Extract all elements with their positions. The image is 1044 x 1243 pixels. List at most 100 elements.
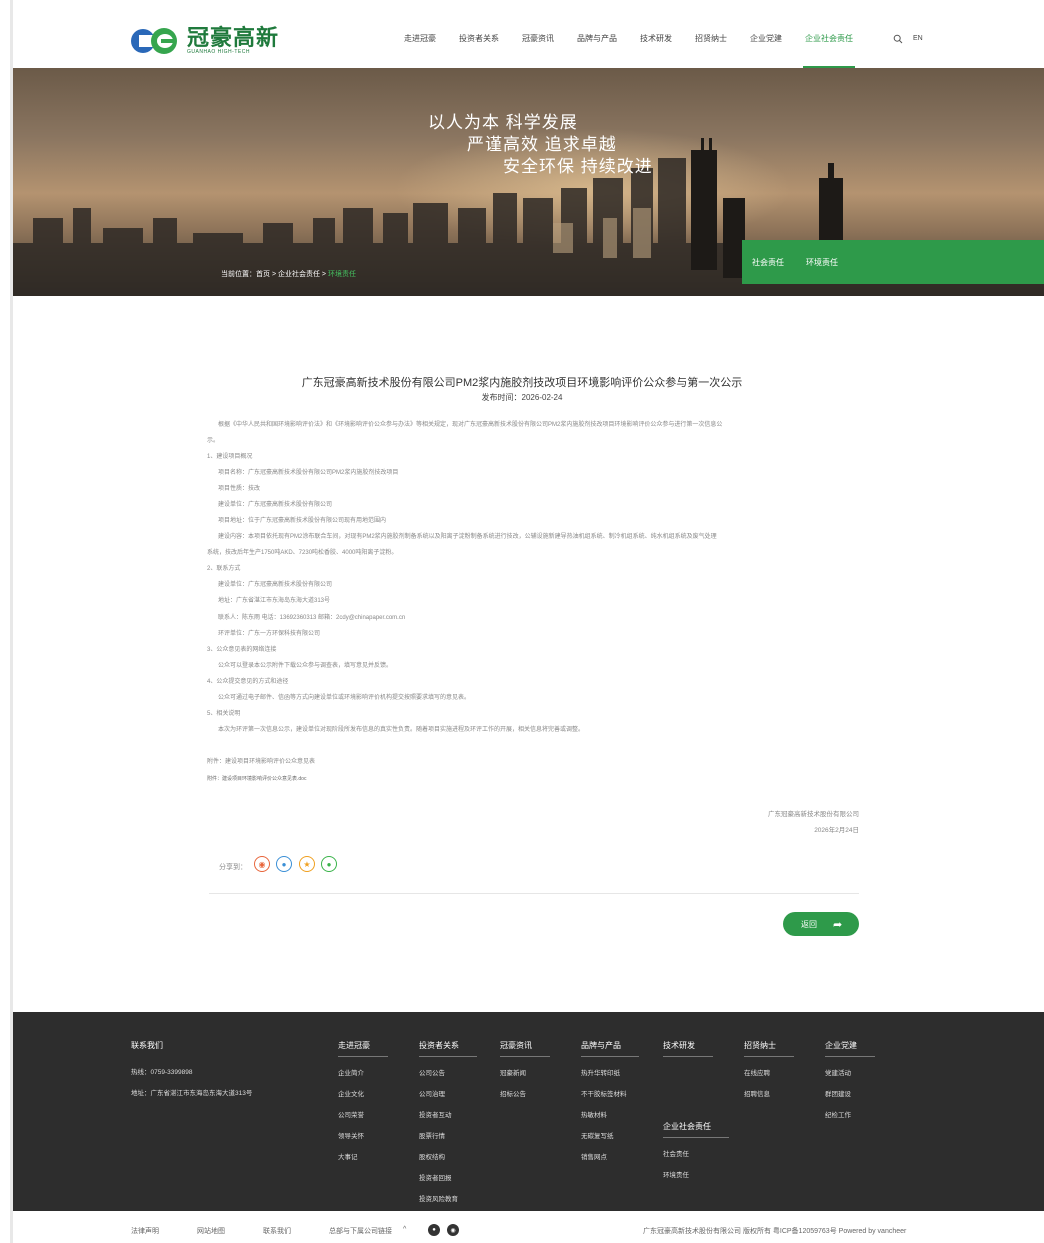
footer-col-investors: 投资者关系 公司公告 公司治理 投资者互动 股票行情 股权结构 投资者回报 投资… [419,1035,477,1214]
nav-item-news[interactable]: 冠豪资讯 [522,33,554,44]
signature-date: 2026年2月24日 [814,827,859,834]
nav-item-investors[interactable]: 投资者关系 [459,33,499,44]
footer-link[interactable]: 公司治理 [419,1088,477,1098]
footer-link[interactable]: 冠豪新闻 [500,1067,550,1077]
sub-nav: 社会责任 环境责任 [742,240,1044,284]
footer-hotline: 热线：0759-3399898 [131,1069,193,1076]
footer-link[interactable]: 公司公告 [419,1067,477,1077]
article-paragraph: 项目名称：广东冠豪高新技术股份有限公司PM2浆内施胶剂技改项目 [218,470,399,476]
footer-link[interactable]: 热升华转印纸 [581,1067,639,1077]
article-paragraph: 示。 [207,438,220,444]
attachment-label: 附件：建设项目环境影响评价公众意见表 [207,759,316,765]
footer-link[interactable]: 招聘信息 [744,1088,794,1098]
nav-item-rnd[interactable]: 技术研发 [640,33,672,44]
footer-col-rnd: 技术研发 [663,1035,713,1067]
nav-item-products[interactable]: 品牌与产品 [577,33,617,44]
footer-link[interactable]: 社会责任 [663,1148,729,1158]
footer-link[interactable]: 股票行情 [419,1130,477,1140]
article-paragraph: 环评单位：广东一方环保科技有限公司 [218,631,321,637]
footer-col-products: 品牌与产品 热升华转印纸 不干胶标签材料 热敏材料 无碳复写纸 销售网点 [581,1035,639,1172]
footer-link[interactable]: 投资者互动 [419,1109,477,1119]
article-date: 发布时间：2026-02-24 [481,393,563,402]
weibo-icon[interactable]: ◉ [447,1224,459,1236]
article-title: 广东冠豪高新技术股份有限公司PM2浆内施胶剂技改项目环境影响评价公众参与第一次公… [301,377,743,389]
footer-link[interactable]: 招标公告 [500,1088,550,1098]
footer-col-news: 冠豪资讯 冠豪新闻 招标公告 [500,1035,550,1109]
footer-link[interactable]: 大事记 [338,1151,388,1161]
weibo-icon[interactable]: ◉ [254,856,270,872]
attachment-link[interactable]: 附件：建设项目环境影响评价公众意见表.doc [207,775,306,782]
footer-col-csr: 企业社会责任 社会责任 环境责任 [663,1116,729,1190]
article-paragraph: 建设单位：广东冠豪高新技术股份有限公司 [218,502,333,508]
footer-link[interactable]: 党建活动 [825,1067,875,1077]
wechat-icon[interactable]: ● [321,856,337,872]
nav-item-csr[interactable]: 企业社会责任 [803,33,855,68]
footer-link[interactable]: 销售网点 [581,1151,639,1161]
footer-link[interactable]: 公司荣誉 [338,1109,388,1119]
bottom-link-legal[interactable]: 法律声明 [131,1226,159,1236]
footer-col-title[interactable]: 招贤纳士 [744,1040,794,1057]
footer-link[interactable]: 群团建设 [825,1088,875,1098]
qzone-icon[interactable]: ★ [299,856,315,872]
nav-item-party[interactable]: 企业党建 [750,33,782,44]
footer-link[interactable]: 企业文化 [338,1088,388,1098]
footer-contact-title: 联系我们 [131,1041,163,1050]
footer-link[interactable]: 股权结构 [419,1151,477,1161]
article-section-heading: 1、建设项目概况 [207,454,253,460]
footer-link[interactable]: 不干胶标签材料 [581,1088,639,1098]
share-label: 分享到： [219,864,247,871]
article-paragraph: 本次为环评第一次信息公示，建设单位对现阶段所发布信息的真实性负责。随着项目实施进… [218,727,585,733]
footer-col-title[interactable]: 走进冠豪 [338,1040,388,1057]
footer-link[interactable]: 无碳复写纸 [581,1130,639,1140]
footer-col-careers: 招贤纳士 在线应聘 招聘信息 [744,1035,794,1109]
footer-col-title[interactable]: 冠豪资讯 [500,1040,550,1057]
breadcrumb-current: 环境责任 [327,271,356,278]
tab-social-responsibility[interactable]: 社会责任 [752,257,784,268]
footer-link[interactable]: 在线应聘 [744,1067,794,1077]
qq-icon[interactable]: ● [276,856,292,872]
bottom-link-contact[interactable]: 联系我们 [263,1226,291,1236]
article-paragraph: 公众可以登录本公示附件下载公众参与调查表，填写意见并反馈。 [218,663,393,669]
site-logo[interactable]: 冠豪高新 GUANHAO HIGH-TECH [131,27,279,55]
footer-link[interactable]: 领导关怀 [338,1130,388,1140]
footer-link[interactable]: 企业简介 [338,1067,388,1077]
back-button-label: 返回 [801,919,817,929]
nav-item-careers[interactable]: 招贤纳士 [695,33,727,44]
footer-col-title[interactable]: 企业党建 [825,1040,875,1057]
logo-cn-text: 冠豪高新 [187,24,280,51]
slogan-line-3: 安全环保 持续改进 [503,157,653,176]
wechat-icon[interactable]: ● [428,1224,440,1236]
breadcrumb-path[interactable]: 当前位置：首页 > 企业社会责任 > [221,271,328,278]
footer-contact: 联系我们 热线：0759-3399898 地址：广东省湛江市东海岛东海大道313… [131,1035,252,1108]
site-footer: 联系我们 热线：0759-3399898 地址：广东省湛江市东海岛东海大道313… [13,1012,1044,1211]
bottom-link-subsidiaries[interactable]: 总部与下属公司链接 [329,1226,392,1236]
breadcrumb: 当前位置：首页 > 企业社会责任 > 环境责任 [221,269,356,279]
footer-link[interactable]: 环境责任 [663,1169,729,1179]
footer-link[interactable]: 纪检工作 [825,1109,875,1119]
chevron-up-icon[interactable]: ^ [403,1226,406,1233]
back-button[interactable]: 返回 ➦ [783,912,859,936]
footer-col-title[interactable]: 品牌与产品 [581,1040,639,1057]
copyright-text: 广东冠豪高新技术股份有限公司 版权所有 粤ICP备12059763号 Power… [643,1228,907,1235]
article-paragraph: 项目性质：技改 [218,486,261,492]
article-section-heading: 2、联系方式 [207,566,241,572]
footer-link[interactable]: 投资者回报 [419,1172,477,1182]
footer-col-party: 企业党建 党建活动 群团建设 纪检工作 [825,1035,875,1130]
hero-banner: 以人为本 科学发展 严谨高效 追求卓越 安全环保 持续改进 当前位置：首页 > … [13,68,1044,296]
footer-col-title[interactable]: 技术研发 [663,1040,713,1057]
signature-company: 广东冠豪高新技术股份有限公司 [768,811,859,818]
article-paragraph: 建设单位：广东冠豪高新技术股份有限公司 [218,582,333,588]
bottom-link-sitemap[interactable]: 网站地图 [197,1226,225,1236]
nav-item-about[interactable]: 走进冠豪 [404,33,436,44]
footer-col-title[interactable]: 投资者关系 [419,1040,477,1057]
footer-link[interactable]: 热敏材料 [581,1109,639,1119]
article-paragraph: 建设内容：本项目依托现有PM2涂布联合车间，对现有PM2浆内施胶剂制备系统以及阳… [218,534,717,540]
language-switch[interactable]: EN [913,35,923,42]
footer-link[interactable]: 投资风险教育 [419,1193,477,1203]
tab-environmental-responsibility[interactable]: 环境责任 [806,257,838,268]
search-icon[interactable] [893,34,903,44]
footer-col-title[interactable]: 企业社会责任 [663,1121,729,1138]
article-divider [209,893,859,894]
article-section-heading: 3、公众意见表的网络连接 [207,647,277,653]
logo-mark-icon [131,27,181,55]
